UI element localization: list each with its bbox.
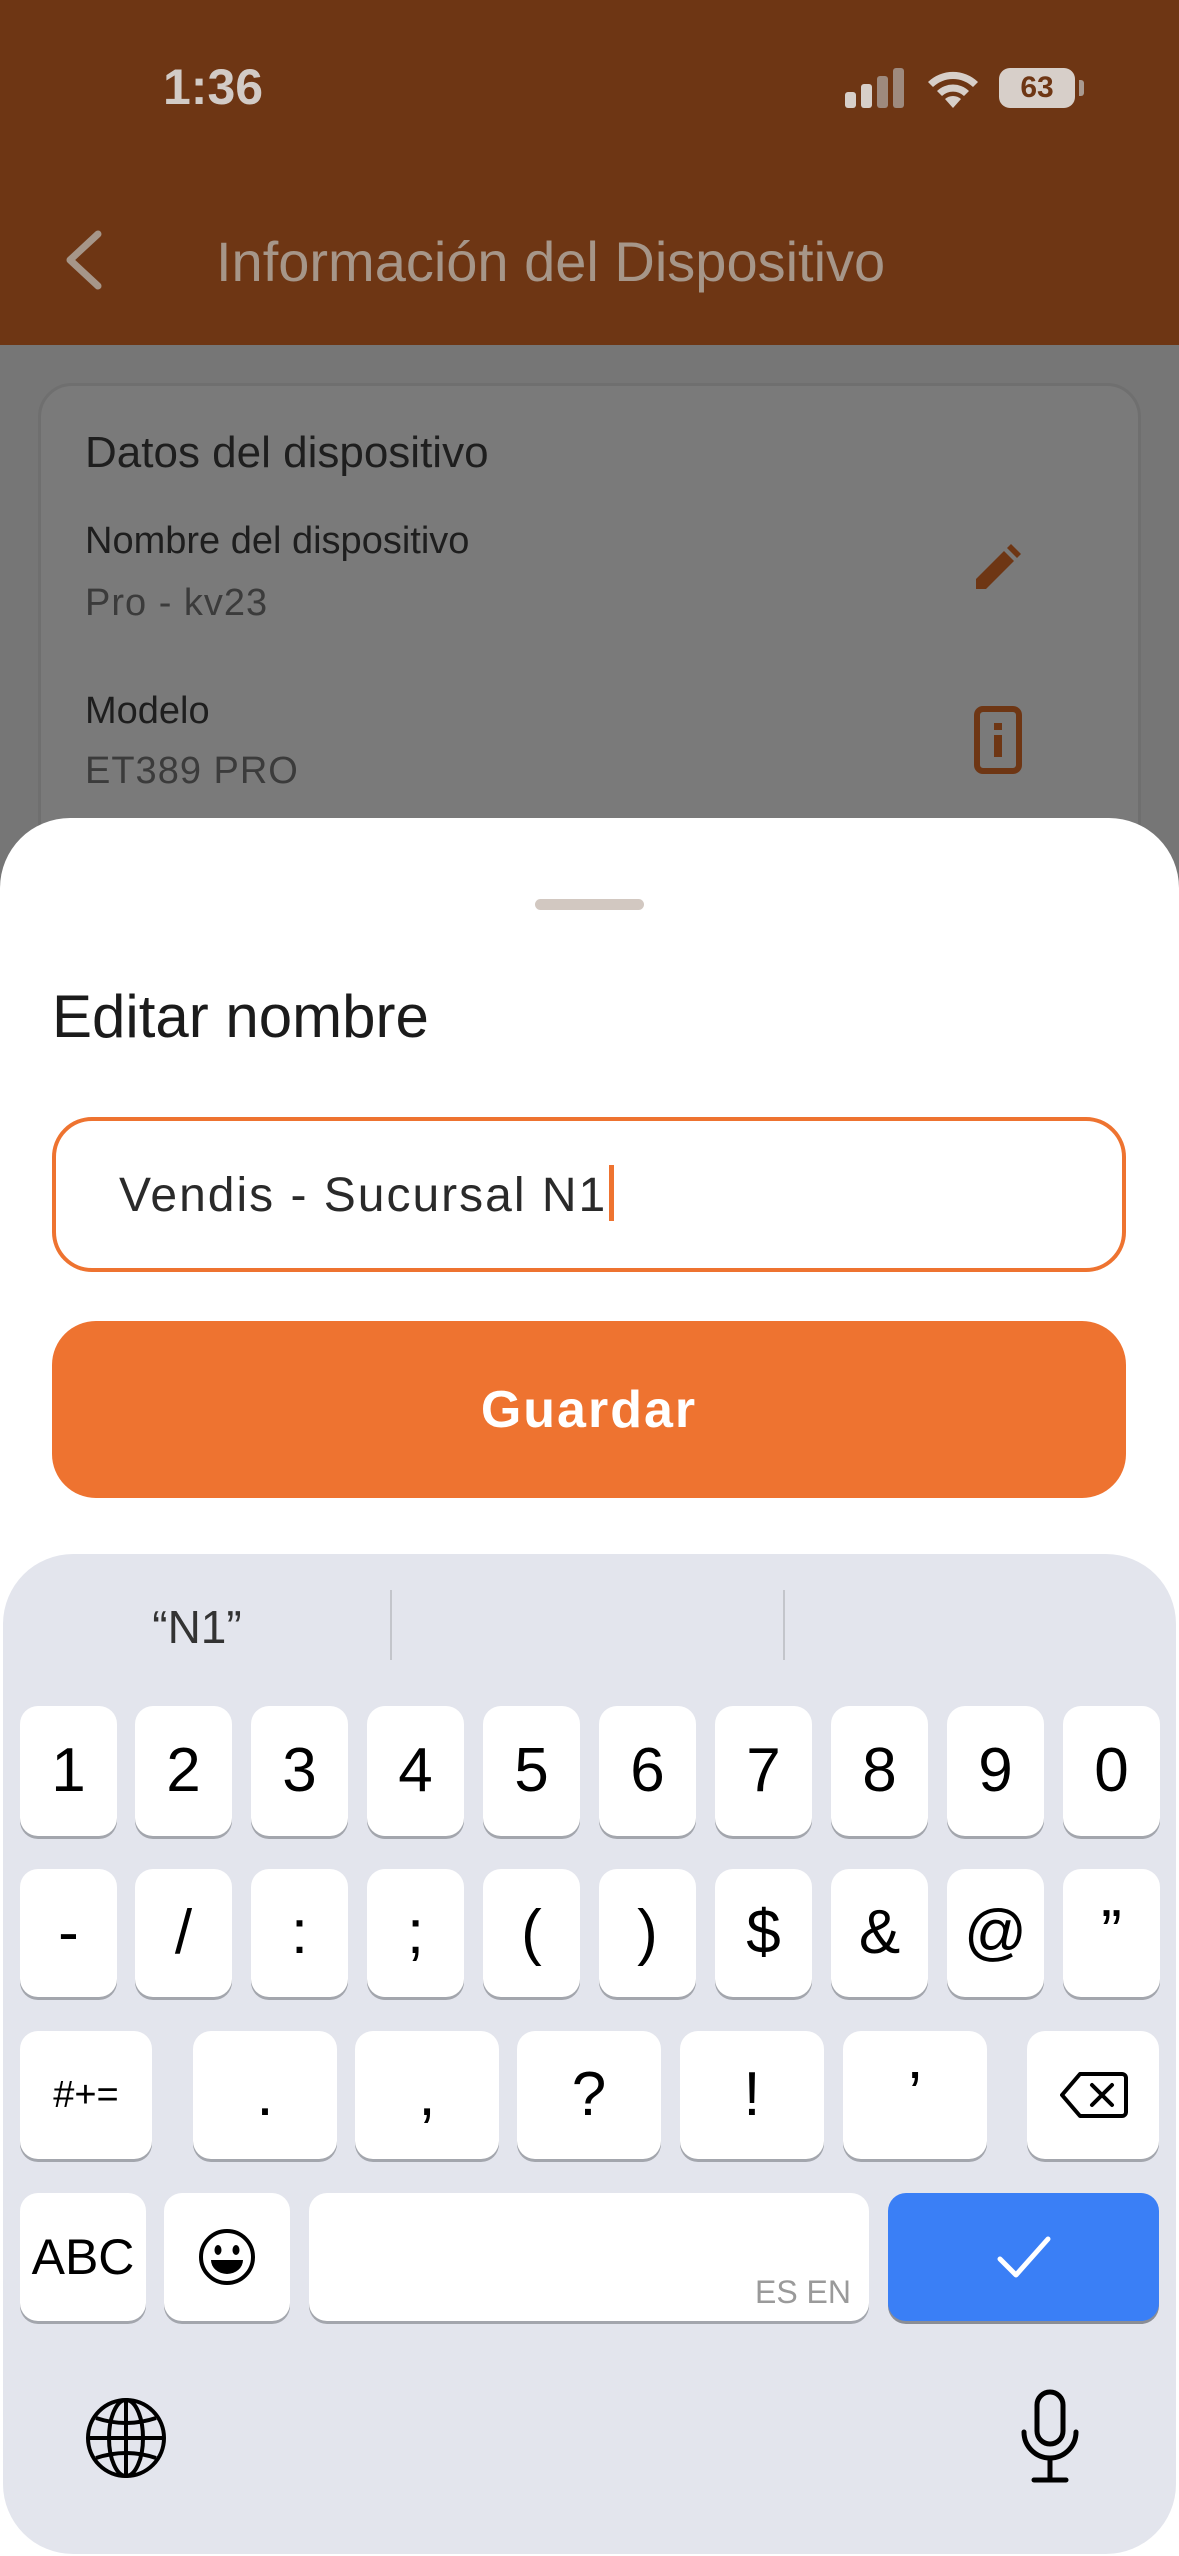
battery-nub — [1079, 80, 1084, 96]
key-8[interactable]: 8 — [831, 1706, 928, 1836]
cellular-signal-icon — [845, 66, 905, 108]
key-5[interactable]: 5 — [483, 1706, 580, 1836]
device-name-label: Nombre del dispositivo — [85, 520, 470, 562]
key-question[interactable]: ? — [517, 2031, 661, 2159]
delete-key[interactable] — [1027, 2031, 1159, 2159]
key-1[interactable]: 1 — [20, 1706, 117, 1836]
key-quote[interactable]: ” — [1063, 1869, 1160, 1997]
suggestion-divider — [390, 1590, 392, 1660]
device-name-value: Pro - kv23 — [85, 582, 269, 624]
battery-icon: 63 — [999, 68, 1075, 108]
key-hyphen[interactable]: - — [20, 1869, 117, 1997]
key-0[interactable]: 0 — [1063, 1706, 1160, 1836]
space-key[interactable]: ES EN — [309, 2193, 869, 2321]
backspace-icon — [1060, 2072, 1128, 2118]
globe-icon[interactable] — [84, 2396, 168, 2480]
key-abc[interactable]: ABC — [20, 2193, 146, 2321]
app-header: 1:36 63 Información del Dispositivo — [0, 0, 1179, 345]
suggestion-1[interactable]: “N1” — [62, 1600, 332, 1654]
key-7[interactable]: 7 — [715, 1706, 812, 1836]
page-title: Información del Dispositivo — [216, 230, 886, 293]
key-6[interactable]: 6 — [599, 1706, 696, 1836]
emoji-icon — [199, 2229, 255, 2285]
sheet-grabber[interactable] — [535, 899, 644, 910]
device-name-input[interactable]: Vendis - Sucursal N1 — [52, 1117, 1126, 1272]
key-apostrophe[interactable]: ’ — [843, 2031, 987, 2159]
checkmark-icon — [997, 2236, 1051, 2278]
sheet-title: Editar nombre — [52, 983, 429, 1050]
emoji-key[interactable] — [164, 2193, 290, 2321]
back-button[interactable] — [50, 220, 120, 300]
key-9[interactable]: 9 — [947, 1706, 1044, 1836]
key-3[interactable]: 3 — [251, 1706, 348, 1836]
info-icon[interactable] — [974, 706, 1022, 774]
model-value: ET389 PRO — [85, 750, 299, 792]
card-title: Datos del dispositivo — [85, 428, 489, 477]
text-caret — [609, 1165, 615, 1221]
save-button[interactable]: Guardar — [52, 1321, 1126, 1498]
status-time: 1:36 — [163, 59, 264, 115]
key-2[interactable]: 2 — [135, 1706, 232, 1836]
pencil-icon[interactable] — [970, 543, 1022, 595]
key-period[interactable]: . — [193, 2031, 337, 2159]
model-label: Modelo — [85, 690, 210, 732]
language-hint: ES EN — [754, 2274, 851, 2310]
key-4[interactable]: 4 — [367, 1706, 464, 1836]
key-slash[interactable]: / — [135, 1869, 232, 1997]
key-colon[interactable]: : — [251, 1869, 348, 1997]
device-name-input-text: Vendis - Sucursal N1 — [119, 1165, 615, 1223]
key-open-paren[interactable]: ( — [483, 1869, 580, 1997]
key-at[interactable]: @ — [947, 1869, 1044, 1997]
key-close-paren[interactable]: ) — [599, 1869, 696, 1997]
wifi-icon — [928, 71, 978, 108]
key-more-symbols[interactable]: #+= — [20, 2031, 152, 2159]
key-semicolon[interactable]: ; — [367, 1869, 464, 1997]
key-exclamation[interactable]: ! — [680, 2031, 824, 2159]
key-ampersand[interactable]: & — [831, 1869, 928, 1997]
key-dollar[interactable]: $ — [715, 1869, 812, 1997]
key-comma[interactable]: , — [355, 2031, 499, 2159]
microphone-icon[interactable] — [1018, 2388, 1082, 2488]
done-key[interactable] — [888, 2193, 1159, 2321]
suggestion-divider — [783, 1590, 785, 1660]
